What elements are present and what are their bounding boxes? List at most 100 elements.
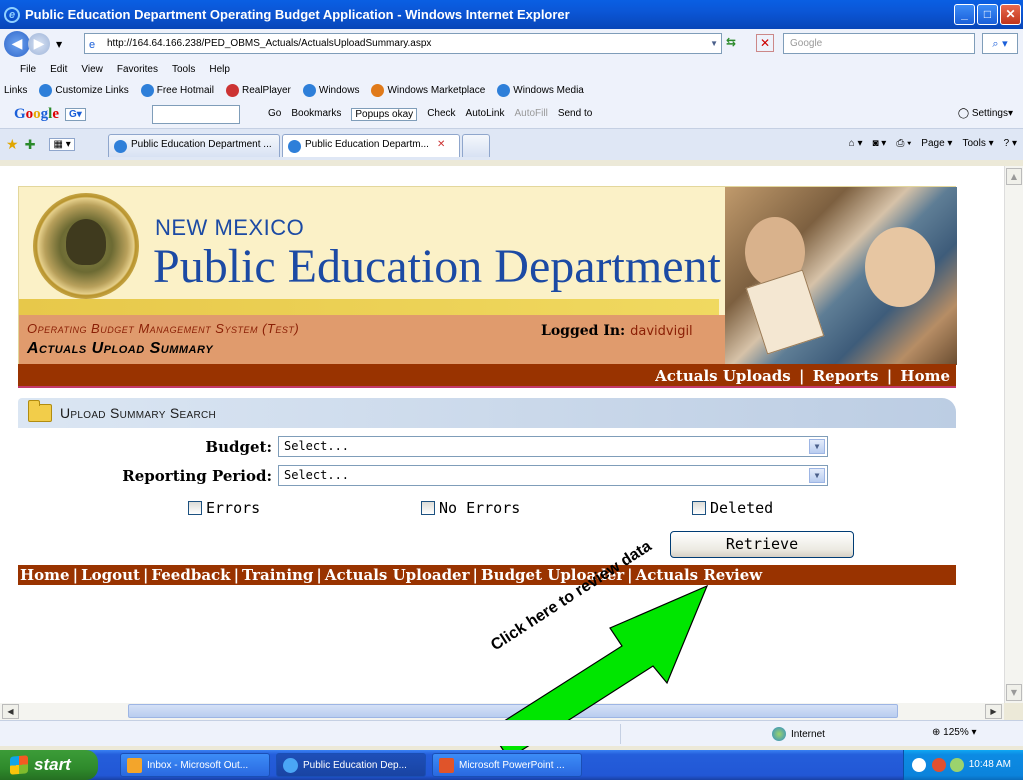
minimize-button[interactable]: _ [954,4,975,25]
help-icon[interactable]: ? ▾ [1004,138,1017,149]
home-icon[interactable]: ⌂ ▾ [849,138,863,149]
menu-edit[interactable]: Edit [50,64,67,75]
link-windows[interactable]: Windows [302,84,360,97]
tray-arrow-icon[interactable] [912,758,926,772]
link-label: RealPlayer [241,85,291,96]
logged-in-status: Logged In: davidvigil [541,323,693,339]
status-bar: Internet ⊕ 125% ▾ [0,720,1023,746]
maximize-button[interactable]: □ [977,4,998,25]
address-dropdown-icon[interactable]: ▼ [710,34,718,53]
add-favorites-icon[interactable]: ✚ [25,137,36,153]
page-menu[interactable]: Page ▾ [921,138,952,149]
errors-checkbox[interactable]: Errors [188,499,260,517]
outlook-icon [127,758,142,773]
favorites-star-icon[interactable]: ★ [6,136,19,153]
refresh-icon[interactable]: ⇆ [726,35,742,51]
print-icon[interactable]: ⎙ ▾ [896,138,911,149]
autolink-button[interactable]: AutoLink [466,108,505,121]
google-search-input[interactable] [152,105,240,124]
task-ie[interactable]: Public Education Dep... [276,753,426,777]
google-menu-button[interactable]: G▾ [65,108,86,121]
close-tab-icon[interactable]: ✕ [437,139,445,150]
tab-2[interactable]: Public Education Departm... ✕ [282,134,460,157]
chevron-down-icon[interactable]: ▼ [809,468,825,483]
menu-file[interactable]: File [20,64,36,75]
address-bar: ◀ ▶ ▼ e http://164.64.166.238/PED_OBMS_A… [0,29,1023,59]
ie-page-icon [302,84,316,97]
address-input[interactable]: e http://164.64.166.238/PED_OBMS_Actuals… [84,33,722,54]
checkbox-box[interactable] [421,501,435,515]
retrieve-button[interactable]: Retrieve [670,531,854,558]
link-label: Customize Links [55,85,129,96]
new-tab[interactable] [462,134,490,157]
feeds-icon[interactable]: ◙ ▾ [872,138,886,149]
footer-feedback[interactable]: Feedback [151,566,230,584]
scroll-right-icon[interactable]: ▶ [985,704,1002,719]
footer-actuals-uploader[interactable]: Actuals Uploader [325,566,470,584]
footer-home[interactable]: Home [20,566,70,584]
search-button[interactable]: ⌕ ▾ [982,33,1018,54]
footer-logout[interactable]: Logout [81,566,140,584]
taskbar: start Inbox - Microsoft Out... Public Ed… [0,750,1023,780]
send-to-button[interactable]: Send to [558,108,592,121]
scroll-left-icon[interactable]: ◀ [2,704,19,719]
network-icon[interactable] [950,758,964,772]
link-customize-links[interactable]: Customize Links [39,84,129,97]
top-nav-bar: Actuals Uploads | Reports | Home [18,364,956,388]
start-button[interactable]: start [0,750,98,780]
link-label: Windows [318,85,360,96]
scroll-down-icon[interactable]: ▼ [1006,684,1022,701]
link-realplayer[interactable]: RealPlayer [225,84,291,97]
quick-tabs-icon[interactable]: ▦ ▾ [49,138,75,151]
nav-home[interactable]: Home [900,367,950,385]
link-windows-media[interactable]: Windows Media [497,84,584,97]
link-free-hotmail[interactable]: Free Hotmail [140,84,214,97]
check-button[interactable]: Check [427,108,455,121]
system-tray: 10:48 AM [903,750,1023,780]
google-go-button[interactable]: Go [268,108,281,121]
task-powerpoint[interactable]: Microsoft PowerPoint ... [432,753,582,777]
bookmarks-button[interactable]: Bookmarks [291,108,341,121]
no-errors-checkbox[interactable]: No Errors [421,499,520,517]
scroll-up-icon[interactable]: ▲ [1006,168,1022,185]
checkbox-box[interactable] [692,501,706,515]
menu-tools[interactable]: Tools [172,64,195,75]
clock: 10:48 AM [968,759,1011,770]
chevron-down-icon[interactable]: ▼ [809,439,825,454]
settings-button[interactable]: ◯ Settings▾ [958,108,1013,119]
task-label: Microsoft PowerPoint ... [459,759,565,771]
menu-help[interactable]: Help [209,64,230,75]
search-input[interactable]: Google [783,33,975,54]
stop-button[interactable]: ✕ [756,34,774,52]
forward-button[interactable]: ▶ [28,33,50,55]
close-button[interactable]: ✕ [1000,4,1021,25]
footer-training[interactable]: Training [242,566,313,584]
task-outlook[interactable]: Inbox - Microsoft Out... [120,753,270,777]
popups-button[interactable]: Popups okay [351,108,418,121]
marketplace-icon [371,84,385,97]
folder-icon [28,400,52,422]
nav-actuals-uploads[interactable]: Actuals Uploads [655,367,791,385]
budget-select[interactable]: Select... ▼ [278,436,828,457]
tray-app-icon[interactable] [932,758,946,772]
vertical-scrollbar[interactable]: ▲ ▼ [1004,166,1023,703]
tools-menu[interactable]: Tools ▾ [962,138,993,149]
page-title: Actuals Upload Summary [27,340,214,357]
nav-reports[interactable]: Reports [813,367,879,385]
menu-view[interactable]: View [81,64,103,75]
autofill-button[interactable]: AutoFill [514,108,547,121]
checkbox-box[interactable] [188,501,202,515]
ie-logo-icon: e [4,6,20,23]
deleted-checkbox[interactable]: Deleted [692,499,773,517]
link-windows-marketplace[interactable]: Windows Marketplace [371,84,485,97]
menu-favorites[interactable]: Favorites [117,64,158,75]
zoom-control[interactable]: ⊕ 125% ▾ [932,727,977,738]
task-label: Inbox - Microsoft Out... [147,759,249,771]
back-button[interactable]: ◀ [4,31,30,57]
recent-pages-chevron-icon[interactable]: ▼ [56,40,62,49]
ie-tab-icon [114,140,127,153]
page-icon: e [89,39,96,51]
powerpoint-icon [439,758,454,773]
tab-1[interactable]: Public Education Department ... [108,134,280,157]
reporting-period-select[interactable]: Select... ▼ [278,465,828,486]
